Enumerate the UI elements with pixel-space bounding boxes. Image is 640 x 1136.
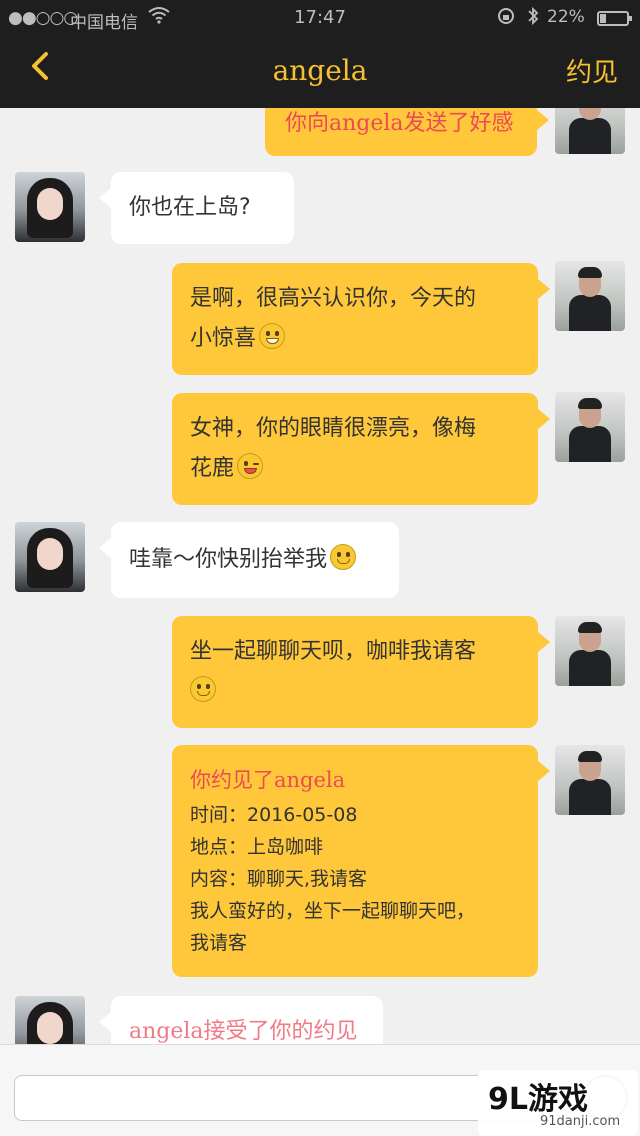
invitation-card[interactable]: 你约见了angela 时间：2016-05-08 地点：上岛咖啡 内容：聊聊天,…: [172, 745, 550, 977]
avatar[interactable]: [555, 392, 625, 462]
grin-emoji-icon: [259, 323, 286, 349]
chat-list[interactable]: 你向angela发送了好感 你也在上岛? 是啊，很高兴认识你，今天的 小惊喜 女…: [0, 108, 640, 1044]
message-text: 坐一起聊聊天呗，咖啡我请客: [190, 639, 477, 664]
invitation-place: 地点：上岛咖啡: [190, 836, 324, 858]
message-text: 你向angela发送了好感: [285, 111, 514, 136]
nav-bar: angela 约见: [0, 34, 640, 108]
status-bar: ●●○○○ 中国电信 17:47 22%: [0, 0, 640, 34]
message-bubble-sent[interactable]: 坐一起聊聊天呗，咖啡我请客: [172, 616, 550, 728]
rotation-lock-icon: [497, 7, 515, 30]
message-text: 小惊喜: [190, 326, 257, 351]
message-text: 哇靠～你快别抬举我: [129, 547, 328, 572]
message-bubble-sent[interactable]: 是啊，很高兴认识你，今天的 小惊喜: [172, 263, 550, 375]
invitation-note: 我请客: [190, 932, 248, 954]
chat-title: angela: [272, 54, 368, 87]
wink-tongue-emoji-icon: [237, 453, 264, 479]
message-text: 是啊，很高兴认识你，今天的: [190, 286, 477, 311]
watermark-logo: 9L游戏 91danji.com: [478, 1070, 638, 1136]
message-text: 女神，你的眼睛很漂亮，像梅: [190, 416, 477, 441]
avatar[interactable]: [555, 745, 625, 815]
message-bubble-received[interactable]: 你也在上岛?: [99, 172, 294, 244]
avatar[interactable]: [555, 616, 625, 686]
invitation-content: 内容：聊聊天,我请客: [190, 868, 368, 890]
avatar[interactable]: [555, 261, 625, 331]
smile-emoji-icon: [190, 676, 216, 702]
message-bubble-sent[interactable]: 女神，你的眼睛很漂亮，像梅 花鹿: [172, 393, 550, 505]
message-text: 你也在上岛?: [129, 195, 251, 220]
avatar[interactable]: [15, 996, 85, 1044]
message-text: angela接受了你的约见: [129, 1019, 358, 1044]
battery-percent: 22%: [547, 7, 585, 27]
invitation-title: 你约见了angela: [190, 768, 346, 792]
invitation-time: 时间：2016-05-08: [190, 804, 358, 826]
avatar[interactable]: [15, 172, 85, 242]
smile-emoji-icon: [330, 544, 357, 570]
avatar[interactable]: [15, 522, 85, 592]
status-time: 17:47: [294, 7, 346, 28]
message-bubble-received[interactable]: 哇靠～你快别抬举我: [99, 522, 399, 598]
watermark-url: 91danji.com: [540, 1114, 621, 1129]
bluetooth-icon: [527, 6, 539, 31]
watermark-title: 9L游戏: [488, 1082, 588, 1117]
meet-button[interactable]: 约见: [566, 52, 618, 89]
invitation-note: 我人蛮好的，坐下一起聊聊天吧，: [190, 900, 476, 922]
battery-icon: [597, 11, 632, 26]
message-bubble-received[interactable]: angela接受了你的约见: [99, 996, 383, 1044]
message-text: 花鹿: [190, 456, 235, 481]
avatar[interactable]: [555, 108, 625, 154]
message-bubble-sent[interactable]: 你向angela发送了好感: [265, 108, 549, 156]
